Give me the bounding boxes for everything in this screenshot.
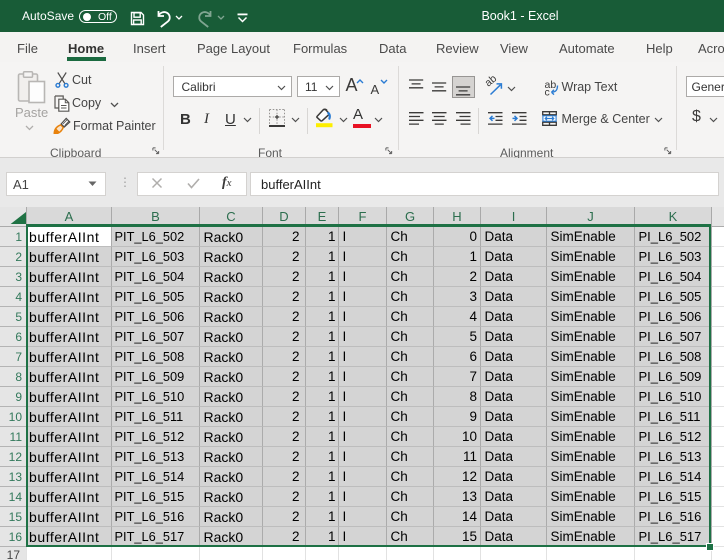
svg-text:c: c bbox=[544, 87, 549, 97]
